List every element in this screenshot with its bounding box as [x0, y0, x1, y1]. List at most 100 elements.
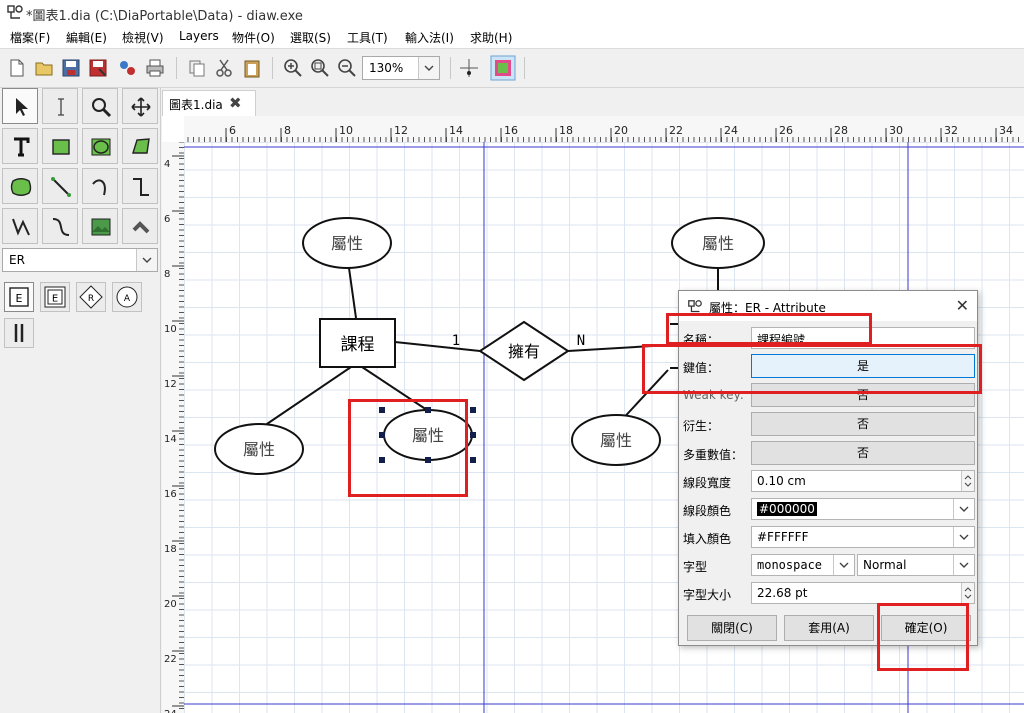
zoom-dropdown-button[interactable] — [418, 57, 439, 79]
attribute-label: 屬性 — [243, 440, 275, 459]
save-as-icon[interactable] — [87, 57, 109, 79]
font-size-spinner[interactable]: 22.68 pt — [751, 582, 975, 604]
ok-button[interactable]: 確定(O) — [881, 615, 971, 641]
menu-input-method[interactable]: 輸入法(I) — [405, 29, 454, 46]
key-toggle-button[interactable]: 是 — [751, 354, 975, 378]
paste-icon[interactable] — [241, 57, 263, 79]
text-tool[interactable] — [2, 128, 38, 164]
line-tool[interactable] — [42, 168, 78, 204]
zoom-fit-icon[interactable] — [309, 57, 331, 79]
ruler-label: 6 — [229, 124, 236, 137]
close-button[interactable]: 關閉(C) — [687, 615, 777, 641]
selection-handle[interactable] — [379, 457, 385, 463]
box-icon — [52, 139, 70, 155]
menu-layers[interactable]: Layers — [179, 29, 219, 43]
zoom-in-icon[interactable] — [282, 57, 304, 79]
print-icon[interactable] — [144, 57, 166, 79]
spinner-arrows[interactable] — [961, 583, 974, 603]
menu-file[interactable]: 檔案(F) — [10, 29, 50, 46]
polyline-tool[interactable] — [2, 208, 38, 244]
close-icon[interactable]: ✕ — [956, 296, 969, 315]
arc-tool[interactable] — [82, 168, 118, 204]
menu-help[interactable]: 求助(H) — [470, 29, 512, 46]
beziergon-tool[interactable] — [2, 168, 38, 204]
line-icon — [51, 177, 71, 197]
menu-objects[interactable]: 物件(O) — [232, 29, 275, 46]
spinner-arrows[interactable] — [961, 471, 974, 491]
cut-icon[interactable] — [213, 57, 235, 79]
connector-line[interactable] — [361, 366, 431, 413]
sheet-dropdown-button[interactable] — [136, 249, 157, 271]
derived-toggle-button[interactable]: 否 — [751, 412, 975, 436]
font-style-select[interactable]: Normal — [857, 554, 975, 576]
er-weak-entity-shape[interactable]: E — [40, 282, 70, 312]
multivalue-toggle-button[interactable]: 否 — [751, 441, 975, 465]
new-file-icon[interactable] — [6, 57, 28, 79]
sheet-select[interactable]: ER — [2, 248, 158, 272]
close-icon[interactable]: ✖ — [229, 94, 242, 112]
zoom-select[interactable]: 130% — [362, 56, 440, 80]
export-icon[interactable] — [116, 57, 138, 79]
font-family-select[interactable]: monospace — [751, 554, 855, 576]
svg-text:R: R — [88, 294, 94, 304]
connector-line[interactable] — [394, 341, 481, 352]
font-size-value: 22.68 pt — [757, 586, 808, 600]
line-width-spinner[interactable]: 0.10 cm — [751, 470, 975, 492]
bezier-icon — [52, 218, 70, 236]
selection-handle[interactable] — [470, 407, 476, 413]
er-attribute-shape[interactable]: A — [112, 282, 142, 312]
selection-handle[interactable] — [470, 457, 476, 463]
selection-handle[interactable] — [379, 432, 385, 438]
spinner-icon — [964, 475, 972, 487]
chevron-down-icon — [424, 65, 434, 71]
selection-handle[interactable] — [470, 432, 476, 438]
menu-edit[interactable]: 編輯(E) — [66, 29, 107, 46]
magnify-tool[interactable] — [82, 88, 118, 124]
dropdown-button[interactable] — [833, 555, 854, 575]
connector-line[interactable] — [260, 366, 352, 429]
connector-line[interactable] — [348, 267, 357, 319]
save-icon[interactable] — [60, 57, 82, 79]
box-tool[interactable] — [42, 128, 78, 164]
menu-tools[interactable]: 工具(T) — [347, 29, 388, 46]
dropdown-button[interactable] — [953, 499, 974, 519]
line-color-select[interactable]: #000000 — [751, 498, 975, 520]
zigzag-line-tool[interactable] — [122, 168, 158, 204]
weak-key-toggle-button[interactable]: 否 — [751, 383, 975, 407]
text-edit-tool[interactable] — [42, 88, 78, 124]
apply-button[interactable]: 套用(A) — [784, 615, 874, 641]
er-entity-shape[interactable]: E — [4, 282, 34, 312]
bezier-line-tool[interactable] — [42, 208, 78, 244]
zoom-value: 130% — [369, 61, 404, 75]
relationship-icon: R — [79, 285, 103, 309]
selection-handle[interactable] — [379, 407, 385, 413]
polygon-tool[interactable] — [122, 128, 158, 164]
dropdown-button[interactable] — [953, 527, 974, 547]
selection-handle[interactable] — [425, 457, 431, 463]
spinner-icon — [964, 587, 972, 599]
er-participation-shape[interactable] — [4, 318, 34, 348]
copy-icon[interactable] — [186, 57, 208, 79]
ruler-label: 30 — [889, 124, 903, 137]
ellipse-tool[interactable] — [82, 128, 118, 164]
show-connection-points-icon[interactable] — [490, 55, 516, 81]
outline-tool[interactable] — [122, 208, 158, 244]
selection-handle[interactable] — [425, 407, 431, 413]
zoom-out-icon[interactable] — [336, 57, 358, 79]
ruler-label: 32 — [944, 124, 958, 137]
ruler-label: 10 — [339, 124, 353, 137]
entity-icon: E — [9, 287, 29, 307]
scroll-tool[interactable] — [122, 88, 158, 124]
er-relationship-shape[interactable]: R — [76, 282, 106, 312]
menu-view[interactable]: 檢視(V) — [122, 29, 164, 46]
open-folder-icon[interactable] — [33, 57, 55, 79]
menu-select[interactable]: 選取(S) — [290, 29, 331, 46]
name-input[interactable]: 課程編號 — [751, 327, 975, 349]
pointer-tool[interactable] — [2, 88, 38, 124]
fill-color-select[interactable]: #FFFFFF — [751, 526, 975, 548]
diagram-tab[interactable]: 圖表1.dia ✖ — [162, 90, 256, 116]
dropdown-button[interactable] — [953, 555, 974, 575]
image-tool[interactable] — [82, 208, 118, 244]
snap-to-grid-icon[interactable] — [458, 57, 480, 79]
key-label: 鍵值： — [683, 361, 720, 375]
